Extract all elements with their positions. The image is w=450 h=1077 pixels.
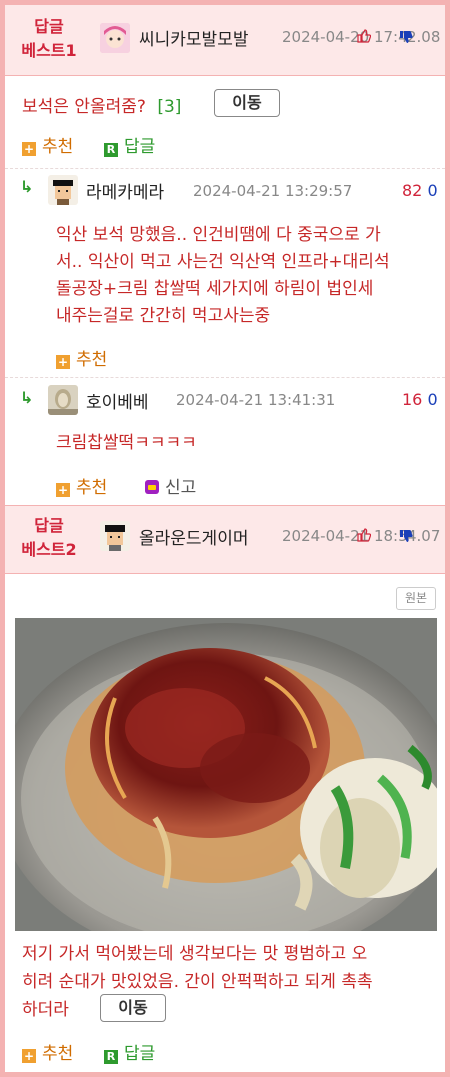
comment-datetime: 2024-04-20 17:4 (282, 28, 408, 46)
downvote-count: 0 (427, 390, 438, 409)
reply-r-icon: R (104, 143, 118, 157)
reply-text-line: 익산 보석 망했음.. 인건비땜에 다 중국으로 가 (56, 225, 381, 245)
reply-label: 답글 (124, 1044, 156, 1064)
thumb-up-icon[interactable] (357, 29, 372, 46)
plus-icon: + (56, 483, 70, 497)
best-label-line1: 답글 (34, 17, 64, 36)
original-image-button[interactable]: 원본 (396, 587, 436, 610)
best-label-2: 답글 베스트2 (5, 514, 93, 562)
comment-body: 저기 가서 먹어봤는데 생각보다는 맛 평범하고 오 히려 순대가 맛있었음. … (22, 940, 373, 1024)
avatar[interactable] (48, 175, 78, 205)
recommend-label: 추천 (76, 478, 108, 498)
food-photo[interactable] (15, 618, 437, 931)
divider (5, 377, 445, 378)
vote-counts: 82 0 (402, 181, 438, 200)
move-button[interactable]: 이동 (214, 89, 280, 117)
avatar[interactable] (48, 385, 78, 415)
best-comment-1-header: 답글 베스트1 씨니카모발모발 2024-04-20 17:4 2.08 (5, 5, 445, 76)
plus-icon: + (22, 1049, 36, 1063)
reply-r-icon: R (104, 1050, 118, 1064)
thumb-up-icon[interactable] (357, 528, 372, 545)
comment-text-line: 저기 가서 먹어봤는데 생각보다는 맛 평범하고 오 (22, 944, 368, 964)
avatar[interactable] (100, 521, 130, 551)
report-label: 신고 (165, 478, 197, 498)
plus-icon: + (56, 355, 70, 369)
reply-body: 익산 보석 망했음.. 인건비땜에 다 중국으로 가 서.. 익산이 먹고 사는… (56, 222, 390, 330)
reply-label: 답글 (124, 137, 156, 157)
best-label-1: 답글 베스트1 (5, 15, 93, 63)
username[interactable]: 씨니카모발모발 (139, 25, 248, 50)
reply-text-line: 내주는걸로 간간히 먹고사는중 (56, 306, 271, 326)
recommend-label: 추천 (76, 350, 108, 370)
recommend-button[interactable]: + 추천 (22, 132, 73, 157)
reply-count[interactable]: [3] (157, 97, 181, 117)
reply-button[interactable]: R 답글 (104, 1039, 155, 1064)
comment-body: 보석은 안올려줌? [3] (22, 92, 181, 117)
reply-text-line: 돌공장+크림 찹쌀떡 세가지에 하림이 법인세 (56, 279, 374, 299)
upvote-count: 82 (402, 181, 423, 200)
comment-datetime: 2024-04-21 18:5 (282, 527, 408, 545)
recommend-button[interactable]: + 추천 (56, 473, 107, 498)
recommend-label: 추천 (42, 1044, 74, 1064)
reply-button[interactable]: R 답글 (104, 132, 155, 157)
reply-body: 크림찹쌀떡ㅋㅋㅋㅋ (56, 430, 197, 457)
thumb-down-icon[interactable] (399, 30, 413, 47)
best-comment-2-header: 답글 베스트2 올라운드게이머 2024-04-21 18:5 4.07 (5, 505, 445, 574)
siren-icon (145, 480, 159, 494)
avatar[interactable] (100, 23, 130, 53)
report-button[interactable]: 신고 (145, 473, 196, 498)
comment-datetime: 2024-04-21 13:29:57 (193, 182, 353, 200)
comment-text-line: 하더라 (22, 1000, 69, 1020)
best-label-line2: 베스트1 (21, 41, 77, 60)
reply-arrow-icon: ↳ (20, 388, 34, 407)
username[interactable]: 라메카메라 (86, 178, 164, 203)
best-label-line2: 베스트2 (21, 540, 77, 559)
downvote-count: 0 (427, 181, 438, 200)
comment-datetime: 2024-04-21 13:41:31 (176, 391, 336, 409)
username[interactable]: 올라운드게이머 (139, 524, 248, 549)
recommend-button[interactable]: + 추천 (56, 345, 107, 370)
divider (5, 168, 445, 169)
username[interactable]: 호이베베 (86, 388, 149, 413)
recommend-button[interactable]: + 추천 (22, 1039, 73, 1064)
reply-text-line: 서.. 익산이 먹고 사는건 익산역 인프라+대리석 (56, 252, 390, 272)
reply-arrow-icon: ↳ (20, 177, 34, 196)
best-label-line1: 답글 (34, 516, 64, 535)
move-button[interactable]: 이동 (100, 994, 166, 1022)
vote-counts: 16 0 (402, 390, 438, 409)
comment-text: 보석은 안올려줌? (22, 97, 146, 117)
upvote-count: 16 (402, 390, 423, 409)
recommend-label: 추천 (42, 137, 74, 157)
plus-icon: + (22, 142, 36, 156)
reply-text-line: 크림찹쌀떡ㅋㅋㅋㅋ (56, 433, 197, 453)
comment-text-line: 히려 순대가 맛있었음. 간이 안퍽퍽하고 되게 촉촉 (22, 972, 373, 992)
thumb-down-icon[interactable] (399, 529, 413, 546)
